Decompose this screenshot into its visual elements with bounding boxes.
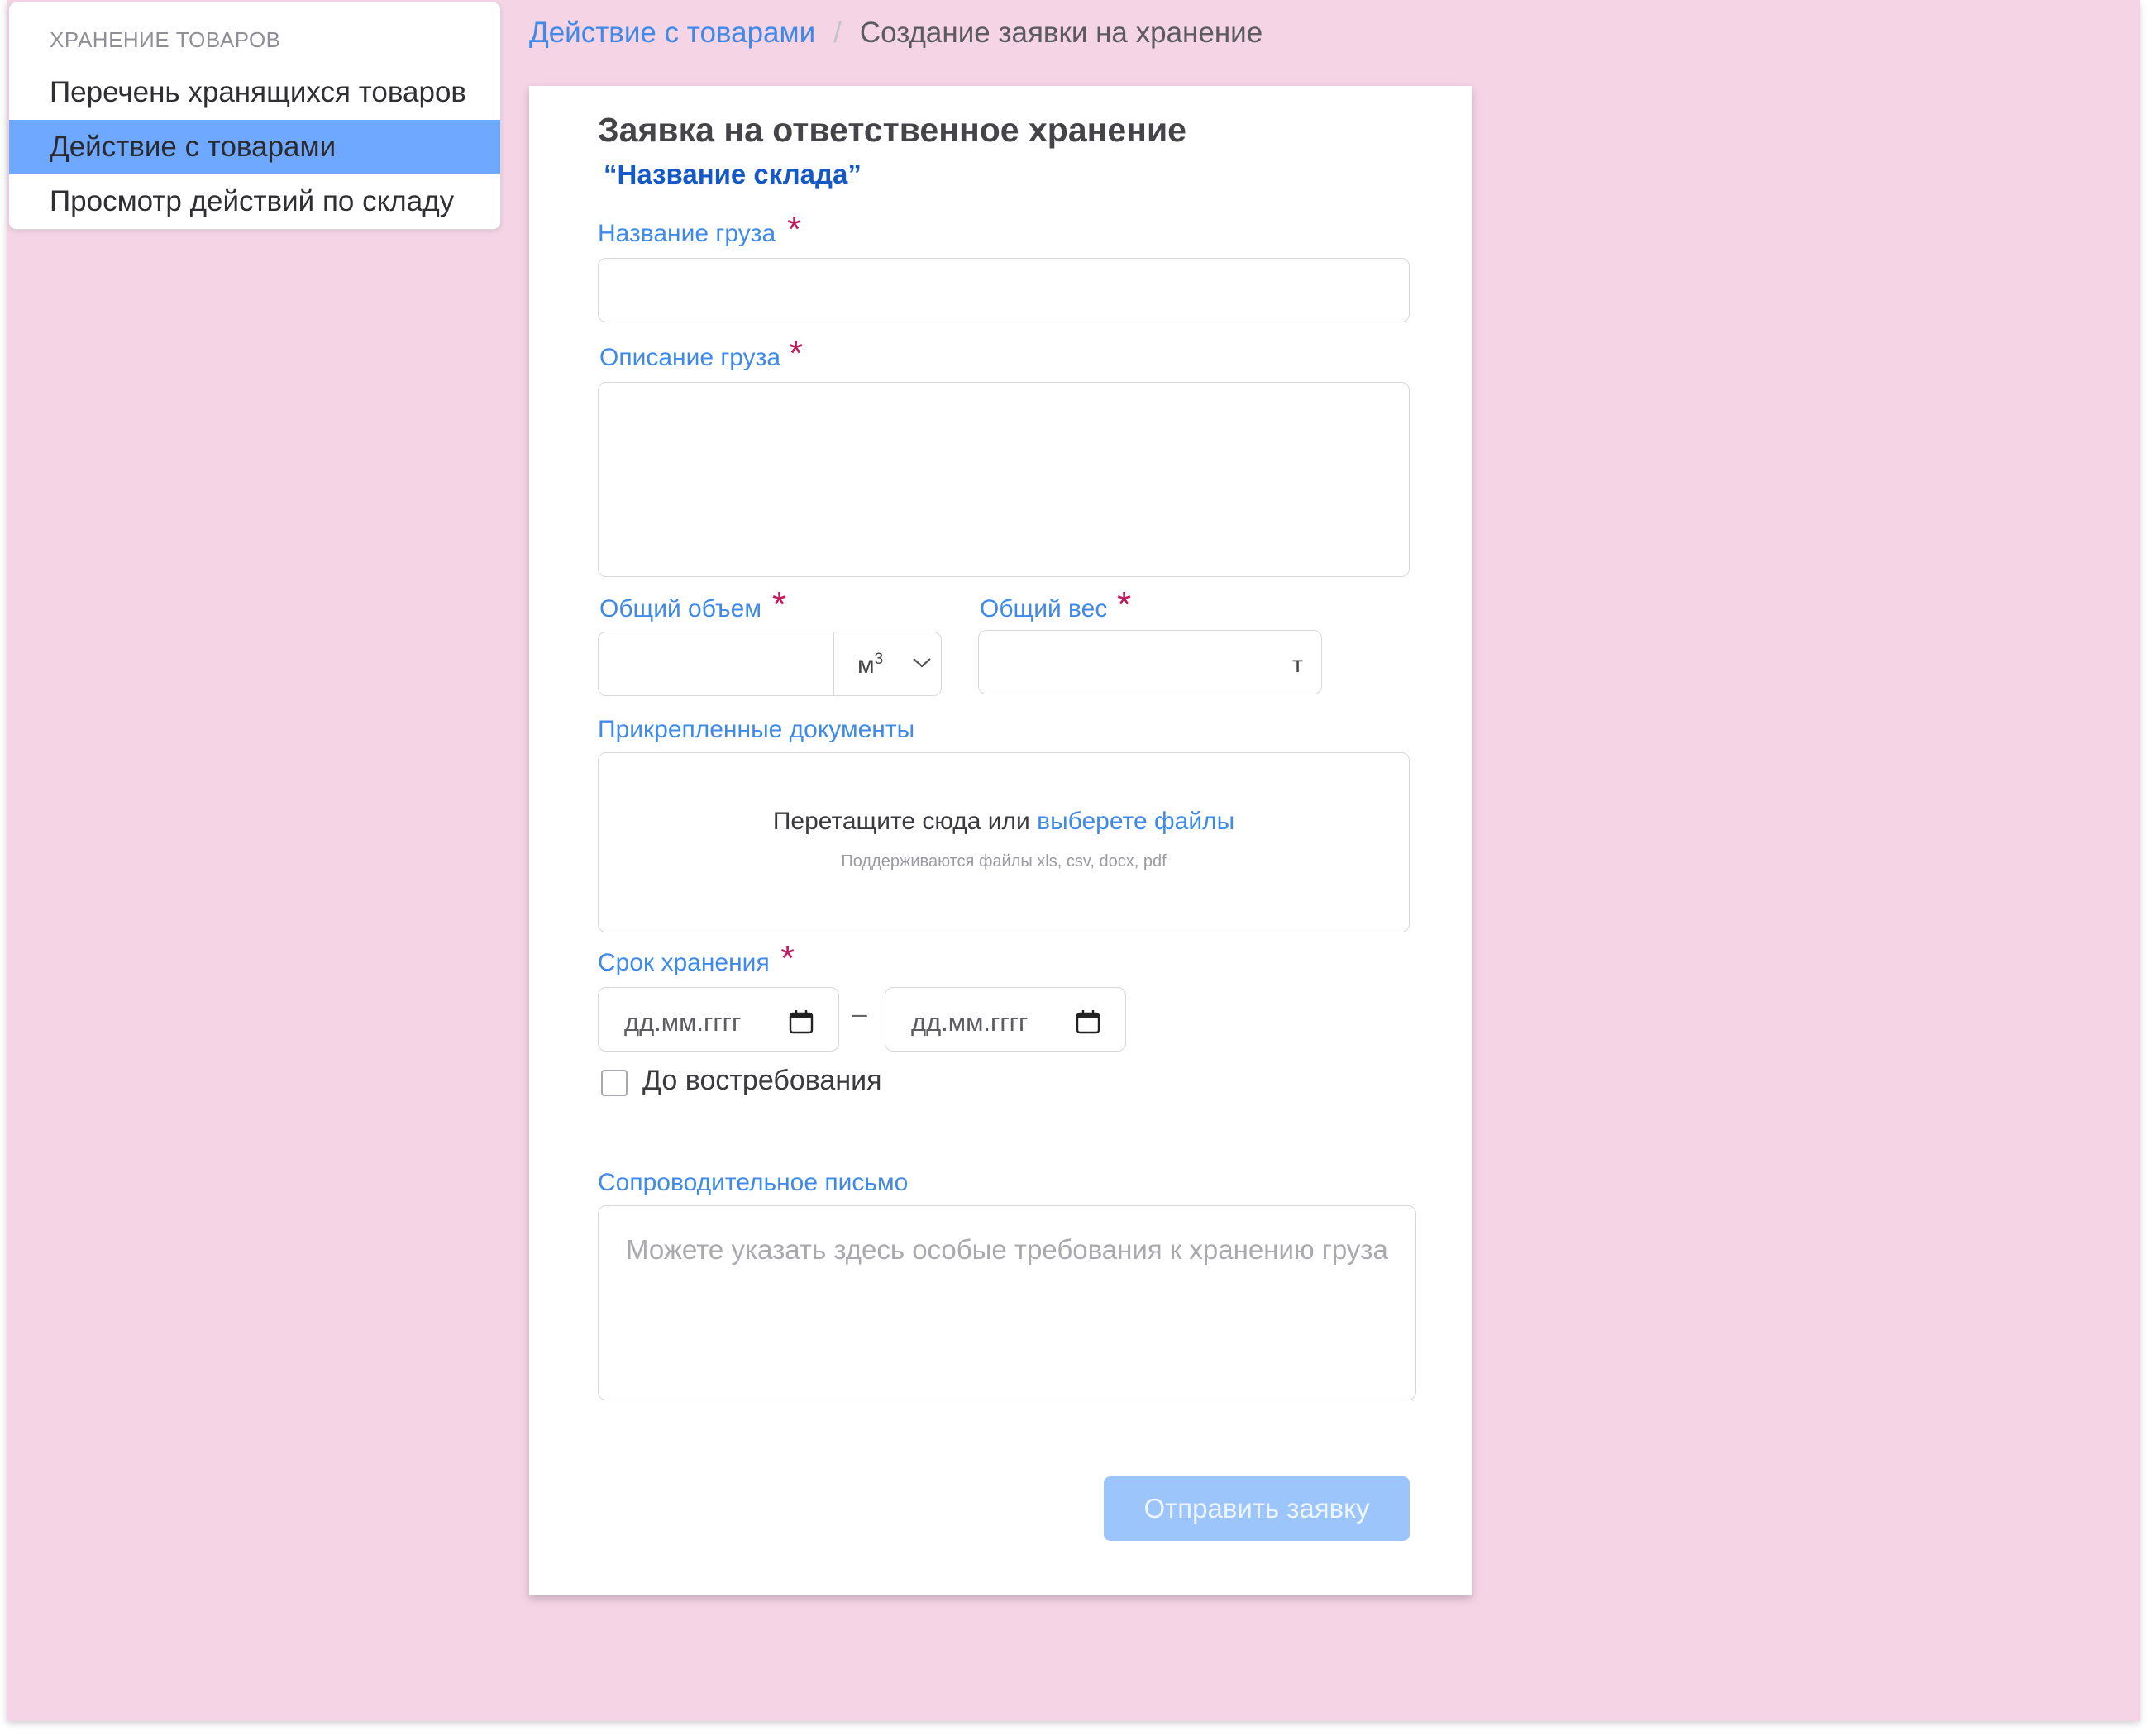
weight-input[interactable]: т: [978, 630, 1322, 694]
chevron-down-icon: [913, 658, 931, 668]
until-demand-label: До востребования: [642, 1065, 882, 1096]
calendar-icon[interactable]: [1076, 1009, 1100, 1034]
dropzone-text: Перетащите сюда или выберете файлы: [772, 808, 1235, 835]
cargo-name-label: Название груза: [598, 220, 776, 247]
cargo-name-input[interactable]: [598, 258, 1410, 322]
required-marker: *: [789, 333, 804, 374]
breadcrumb: Действие с товарами / Создание заявки на х…: [529, 17, 1263, 50]
sidebar-item-goods-actions[interactable]: Действие с товарами: [9, 120, 500, 174]
storage-period-label: Срок хранения: [598, 949, 770, 976]
cover-letter-placeholder: Можете указать здесь особые требования к…: [626, 1234, 1388, 1265]
date-range-dash: –: [852, 999, 867, 1028]
required-marker: *: [1117, 584, 1132, 625]
date-from-placeholder: дд.мм.гггг: [624, 1008, 742, 1037]
weight-label: Общий вес: [980, 595, 1108, 622]
breadcrumb-link-goods-actions[interactable]: Действие с товарами: [529, 17, 815, 49]
required-marker: *: [772, 584, 787, 625]
sidebar-heading: ХРАНЕНИЕ ТОВАРОВ: [50, 27, 281, 52]
warehouse-name: “Название склада”: [604, 159, 862, 189]
sidebar-item-stored-goods[interactable]: Перечень хранящихся товаров: [9, 65, 500, 120]
date-to-placeholder: дд.мм.гггг: [911, 1008, 1029, 1037]
weight-unit: т: [1292, 651, 1303, 677]
volume-unit: м3: [857, 651, 884, 679]
date-to-input[interactable]: дд.мм.гггг: [885, 987, 1126, 1052]
sidebar-item-warehouse-log[interactable]: Просмотр действий по складу: [9, 174, 500, 229]
breadcrumb-current: Создание заявки на хранение: [859, 17, 1263, 49]
required-marker: *: [787, 209, 802, 250]
cargo-description-textarea[interactable]: [598, 382, 1410, 577]
required-marker: *: [780, 938, 795, 979]
documents-label: Прикрепленные документы: [598, 716, 915, 743]
submit-request-button[interactable]: Отправить заявку: [1104, 1476, 1410, 1541]
volume-unit-select[interactable]: м3: [833, 632, 941, 695]
calendar-icon[interactable]: [789, 1009, 814, 1034]
volume-input[interactable]: м3: [598, 632, 942, 696]
form-title: Заявка на ответственное хранение: [598, 111, 1186, 149]
choose-files-link[interactable]: выберете файлы: [1037, 808, 1234, 835]
file-dropzone[interactable]: Перетащите сюда или выберете файлы Подде…: [598, 752, 1410, 932]
supported-formats-hint: Поддерживаются файлы xls, csv, docx, pdf: [841, 852, 1167, 870]
sidebar: ХРАНЕНИЕ ТОВАРОВ Перечень хранящихся тов…: [8, 2, 501, 230]
cargo-description-label: Описание груза: [599, 344, 781, 371]
cover-letter-label: Сопроводительное письмо: [598, 1169, 909, 1196]
until-demand-checkbox[interactable]: [601, 1070, 628, 1096]
breadcrumb-separator: /: [833, 17, 842, 49]
date-from-input[interactable]: дд.мм.гггг: [598, 987, 839, 1052]
request-form-card: Заявка на ответственное хранение “Назван…: [529, 86, 1472, 1595]
cover-letter-textarea[interactable]: Можете указать здесь особые требования к…: [598, 1205, 1416, 1400]
volume-label: Общий объем: [599, 595, 761, 622]
